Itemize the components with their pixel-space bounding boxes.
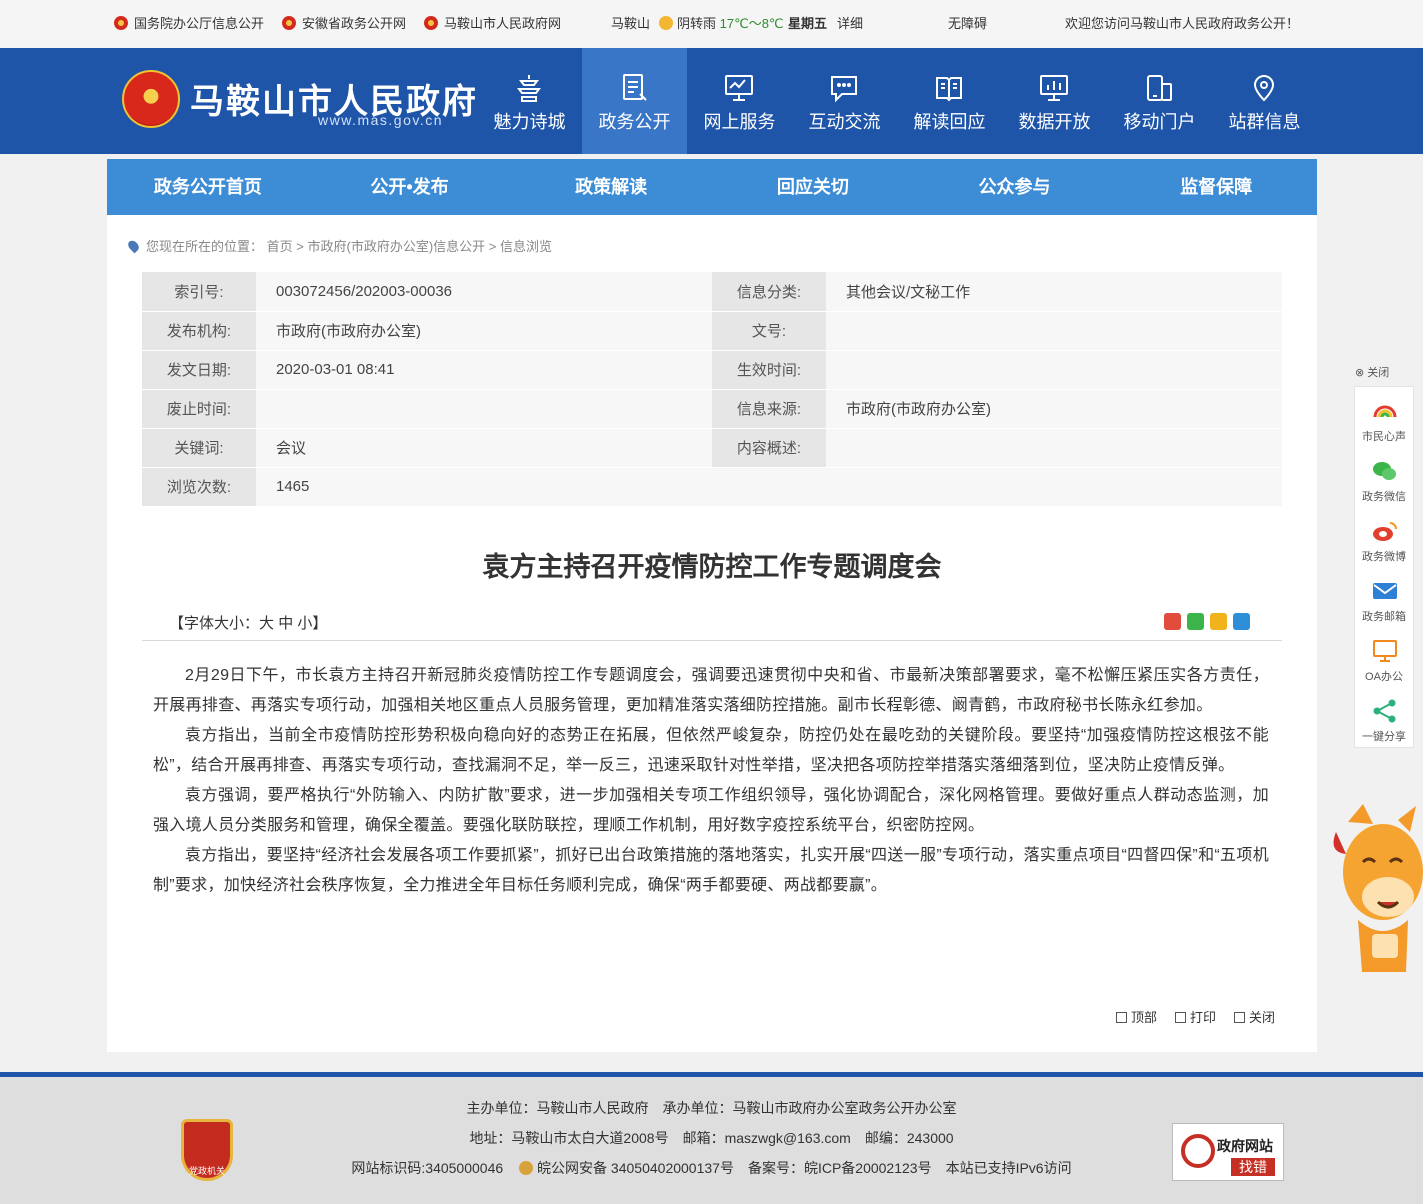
paragraph: 袁方强调，要严格执行“外防输入、内防扩散”要求，进一步加强相关专项工作组织领导，… bbox=[153, 787, 1269, 834]
float-share[interactable]: 一键分享 bbox=[1355, 687, 1413, 747]
article-title: 袁方主持召开疫情防控工作专题调度会 bbox=[482, 552, 942, 582]
nav-mobile-portal[interactable]: 移动门户 bbox=[1107, 48, 1212, 154]
wechat-icon bbox=[1373, 462, 1396, 480]
back-to-top-button[interactable]: 顶部 bbox=[1116, 1007, 1157, 1026]
top-utility-bar: 国务院办公厅信息公开 安徽省政务公开网 马鞍山市人民政府网 马鞍山 阴转雨 17… bbox=[0, 0, 1423, 48]
table-row: 废止时间: 信息来源: 市政府(市政府办公室) bbox=[142, 389, 1282, 429]
main-nav: 魅力诗城 政务公开 网上服务 互动交流 解读回应 数据开放 移动门户 站群信息 bbox=[477, 48, 1317, 154]
table-row: 关键词: 会议 内容概述: bbox=[142, 428, 1282, 468]
national-emblem-icon bbox=[282, 16, 296, 30]
national-emblem-icon bbox=[424, 16, 438, 30]
subnav-public-participation[interactable]: 公众参与 bbox=[914, 159, 1116, 215]
pagoda-icon bbox=[517, 75, 541, 102]
paragraph: 袁方指出，要坚持“经济社会发展各项工作要抓紧”，抓好已出台政策措施的落地落实，扎… bbox=[153, 847, 1269, 894]
float-oa-office[interactable]: OA办公 bbox=[1355, 627, 1413, 687]
wechat-share-icon[interactable] bbox=[1187, 613, 1204, 630]
weibo-share-icon[interactable] bbox=[1164, 613, 1181, 630]
location-pin-icon bbox=[126, 238, 141, 254]
monitor-chart-icon bbox=[725, 75, 753, 101]
float-close-button[interactable]: ⊗ 关闭 bbox=[1355, 364, 1389, 380]
cloudy-sun-icon bbox=[659, 16, 673, 30]
paragraph: 袁方指出，当前全市疫情防控形势积极向稳向好的态势正在拓展，但依然严峻复杂，防控仍… bbox=[153, 727, 1269, 774]
weekday: 星期五 bbox=[788, 16, 828, 31]
float-panel: 市民心声 政务微信 政务微博 政务邮箱 OA办公 一键分享 bbox=[1354, 386, 1414, 748]
subnav-supervision[interactable]: 监督保障 bbox=[1115, 159, 1317, 215]
breadcrumb-section[interactable]: 市政府(市政府办公室)信息公开 bbox=[307, 239, 485, 254]
rainbow-icon bbox=[1373, 405, 1397, 418]
nav-poetry-city[interactable]: 魅力诗城 bbox=[477, 48, 582, 154]
breadcrumb: 您现在所在的位置： 首页 > 市政府(市政府办公室)信息公开 > 信息浏览 bbox=[126, 236, 552, 255]
paragraph: 2月29日下午，市长袁方主持召开新冠肺炎疫情防控工作专题调度会，强调要迅速贯彻中… bbox=[153, 667, 1269, 714]
site-header: 马鞍山市人民政府 www.mas.gov.cn 魅力诗城 政务公开 网上服务 互… bbox=[0, 48, 1423, 154]
printer-icon bbox=[1175, 1012, 1187, 1023]
magnifier-icon bbox=[1181, 1134, 1215, 1168]
horse-mascot-icon[interactable] bbox=[1328, 802, 1423, 982]
link-maanshan-gov[interactable]: 马鞍山市人民政府网 bbox=[424, 15, 561, 33]
article-tools: 顶部 打印 关闭 bbox=[1116, 1007, 1275, 1026]
close-button[interactable]: 关闭 bbox=[1234, 1007, 1275, 1026]
close-icon bbox=[1234, 1012, 1246, 1023]
info-metadata-table: 索引号: 003072456/202003-00036 信息分类: 其他会议/文秘工… bbox=[142, 272, 1282, 507]
site-footer: 党政机关 主办单位：马鞍山市人民政府 承办单位：马鞍山市政府办公室政务公开办公室… bbox=[0, 1072, 1423, 1204]
document-list-icon bbox=[623, 74, 647, 101]
welcome-text: 欢迎您访问马鞍山市人民政府政务公开！ bbox=[1065, 16, 1300, 31]
national-emblem-icon bbox=[114, 16, 128, 30]
arrow-up-icon bbox=[1116, 1012, 1127, 1023]
gov-site-error-report[interactable]: 政府网站 找错 bbox=[1172, 1123, 1284, 1181]
font-size-large[interactable]: 大 bbox=[259, 615, 274, 632]
nav-open-data[interactable]: 数据开放 bbox=[1002, 48, 1107, 154]
content-panel: 您现在所在的位置： 首页 > 市政府(市政府办公室)信息公开 > 信息浏览 索引… bbox=[107, 215, 1317, 1052]
link-anhui-gov[interactable]: 安徽省政务公开网 bbox=[282, 15, 406, 33]
nav-interpretation[interactable]: 解读回应 bbox=[897, 48, 1002, 154]
chat-bubble-icon bbox=[831, 76, 857, 103]
nav-interaction[interactable]: 互动交流 bbox=[792, 48, 897, 154]
nav-gov-affairs[interactable]: 政务公开 bbox=[582, 48, 687, 154]
footer-organizer: 主办单位：马鞍山市人民政府 承办单位：马鞍山市政府办公室政务公开办公室 bbox=[466, 1100, 957, 1116]
float-gov-weibo[interactable]: 政务微博 bbox=[1355, 507, 1413, 567]
accessibility-link[interactable]: 无障碍 bbox=[948, 15, 987, 33]
share-buttons bbox=[1164, 613, 1250, 630]
qzone-share-icon[interactable] bbox=[1210, 613, 1227, 630]
nav-site-group[interactable]: 站群信息 bbox=[1212, 48, 1317, 154]
site-url: www.mas.gov.cn bbox=[318, 112, 443, 128]
font-size-medium[interactable]: 中 bbox=[278, 615, 293, 632]
breadcrumb-home[interactable]: 首页 bbox=[267, 239, 293, 254]
weather-city: 马鞍山 bbox=[611, 16, 651, 31]
mobile-devices-icon bbox=[1147, 75, 1172, 101]
computer-icon bbox=[1373, 640, 1397, 662]
sub-nav: 政务公开首页 公开•发布 政策解读 回应关切 公众参与 监督保障 bbox=[107, 159, 1317, 215]
breadcrumb-current[interactable]: 信息浏览 bbox=[500, 239, 552, 254]
font-size-small[interactable]: 小 bbox=[297, 615, 312, 632]
link-state-council[interactable]: 国务院办公厅信息公开 bbox=[114, 15, 264, 33]
police-badge-icon bbox=[519, 1161, 534, 1175]
article-body: 2月29日下午，市长袁方主持召开新冠肺炎疫情防控工作专题调度会，强调要迅速贯彻中… bbox=[153, 661, 1269, 901]
nav-online-service[interactable]: 网上服务 bbox=[687, 48, 792, 154]
bar-chart-monitor-icon bbox=[1040, 75, 1068, 101]
table-row: 索引号: 003072456/202003-00036 信息分类: 其他会议/文秘工… bbox=[142, 272, 1282, 312]
subnav-publish[interactable]: 公开•发布 bbox=[309, 159, 511, 215]
weibo-icon bbox=[1373, 522, 1397, 541]
subnav-response[interactable]: 回应关切 bbox=[712, 159, 914, 215]
table-row: 发布机构: 市政府(市政府办公室) 文号: bbox=[142, 311, 1282, 351]
float-citizen-voice[interactable]: 市民心声 bbox=[1355, 387, 1413, 447]
location-pin-icon bbox=[1253, 75, 1275, 102]
table-row: 发文日期: 2020-03-01 08:41 生效时间: bbox=[142, 350, 1282, 390]
weather-widget: 阴转雨 17℃～8℃ bbox=[659, 15, 784, 33]
weather-detail-link[interactable]: 详细 bbox=[837, 15, 863, 33]
national-emblem-logo[interactable] bbox=[122, 70, 180, 128]
mail-icon bbox=[1373, 583, 1397, 599]
subnav-policy-interpretation[interactable]: 政策解读 bbox=[510, 159, 712, 215]
print-button[interactable]: 打印 bbox=[1175, 1007, 1216, 1026]
table-row: 浏览次数: 1465 bbox=[142, 467, 1282, 507]
share-icon bbox=[1373, 699, 1396, 723]
float-gov-mail[interactable]: 政务邮箱 bbox=[1355, 567, 1413, 627]
qq-share-icon[interactable] bbox=[1233, 613, 1250, 630]
float-gov-wechat[interactable]: 政务微信 bbox=[1355, 447, 1413, 507]
subnav-home[interactable]: 政务公开首页 bbox=[107, 159, 309, 215]
open-book-icon bbox=[936, 77, 962, 102]
divider bbox=[142, 640, 1282, 641]
font-size-switcher: 【字体大小：大 中 小】 bbox=[169, 615, 328, 632]
